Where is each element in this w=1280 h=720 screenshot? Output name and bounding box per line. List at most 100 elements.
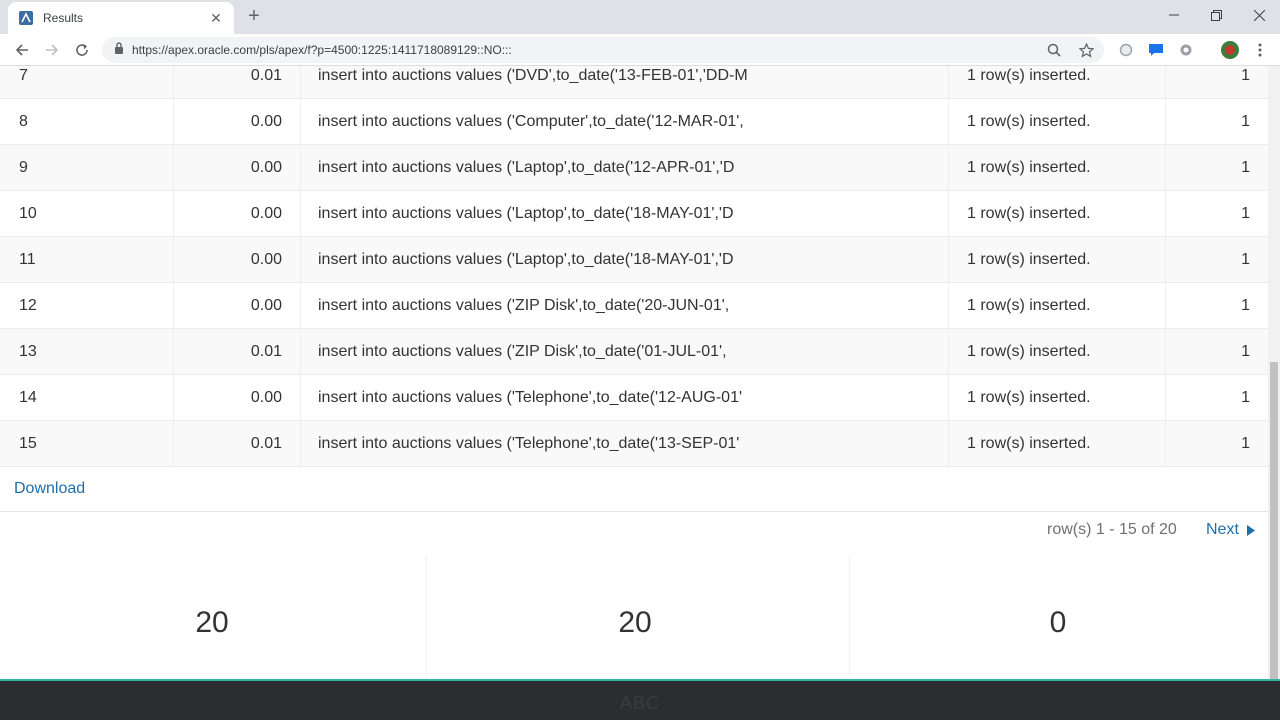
column-divider — [1165, 421, 1166, 466]
row-number: 10 — [19, 204, 37, 222]
column-divider — [948, 191, 949, 236]
column-divider — [1165, 99, 1166, 144]
next-page-button[interactable]: Next — [1206, 521, 1255, 539]
sql-statement: insert into auctions values ('Laptop',to… — [318, 158, 735, 176]
row-number: 8 — [19, 112, 28, 130]
column-divider — [1165, 66, 1166, 98]
footer-watermark: ABC — [619, 693, 660, 713]
result-feedback: 1 row(s) inserted. — [967, 434, 1091, 452]
column-divider — [948, 237, 949, 282]
apex-favicon-icon — [18, 10, 34, 26]
table-row: 13 0.01 insert into auctions values ('ZIP … — [0, 329, 1268, 375]
scrollbar-thumb[interactable] — [1270, 362, 1278, 679]
lock-icon — [114, 41, 124, 59]
reload-icon[interactable] — [70, 38, 94, 62]
sql-statement: insert into auctions values ('Laptop',to… — [318, 204, 734, 222]
elapsed-time: 0.00 — [250, 388, 282, 406]
table-row: 7 0.01 insert into auctions values ('DVD',… — [0, 66, 1268, 99]
column-divider — [300, 145, 301, 190]
tab-title: Results — [43, 11, 84, 25]
stat-statements-processed: 20 — [195, 606, 229, 639]
column-divider — [300, 283, 301, 328]
vertical-scrollbar[interactable] — [1268, 66, 1280, 679]
column-divider — [948, 329, 949, 374]
browser-tab[interactable]: Results ✕ — [8, 2, 234, 34]
column-divider — [1165, 329, 1166, 374]
sql-statement: insert into auctions values ('ZIP Disk',… — [318, 342, 727, 360]
column-divider — [1165, 283, 1166, 328]
column-divider — [1165, 237, 1166, 282]
result-feedback: 1 row(s) inserted. — [967, 250, 1091, 268]
rows-affected: 1 — [1241, 296, 1250, 314]
back-arrow-icon[interactable] — [10, 38, 34, 62]
table-row: 12 0.00 insert into auctions values ('ZIP … — [0, 283, 1268, 329]
stat-divider — [849, 556, 850, 676]
download-link[interactable]: Download — [14, 480, 85, 498]
column-divider — [300, 329, 301, 374]
row-number: 14 — [19, 388, 37, 406]
close-tab-icon[interactable]: ✕ — [208, 10, 224, 26]
pagination-range: row(s) 1 - 15 of 20 — [1047, 521, 1177, 538]
minimize-window-icon[interactable] — [1162, 4, 1186, 26]
elapsed-time: 0.01 — [250, 342, 282, 360]
tab-bar: Results ✕ + — [0, 0, 1280, 34]
result-feedback: 1 row(s) inserted. — [967, 66, 1091, 84]
zoom-icon[interactable] — [1044, 40, 1064, 60]
row-number: 13 — [19, 342, 37, 360]
close-window-icon[interactable] — [1247, 4, 1271, 26]
new-tab-button[interactable]: + — [244, 5, 264, 27]
forward-arrow-icon[interactable] — [40, 38, 64, 62]
rows-affected: 1 — [1241, 388, 1250, 406]
sql-statement: insert into auctions values ('DVD',to_da… — [318, 66, 748, 84]
profile-avatar[interactable] — [1220, 40, 1240, 60]
divider — [0, 511, 1268, 512]
elapsed-time: 0.00 — [250, 158, 282, 176]
column-divider — [948, 375, 949, 420]
sql-statement: insert into auctions values ('Telephone'… — [318, 388, 743, 406]
elapsed-time: 0.01 — [250, 434, 282, 452]
column-divider — [173, 145, 174, 190]
column-divider — [948, 66, 949, 98]
elapsed-time: 0.00 — [250, 296, 282, 314]
caret-right-icon — [1246, 524, 1255, 536]
stat-errors: 0 — [1049, 606, 1067, 639]
result-feedback: 1 row(s) inserted. — [967, 296, 1091, 314]
column-divider — [300, 237, 301, 282]
stat-successful: 20 — [618, 606, 652, 639]
bookmark-star-icon[interactable] — [1076, 40, 1096, 60]
rows-affected: 1 — [1241, 434, 1250, 452]
menu-dots-icon[interactable] — [1250, 40, 1270, 60]
table-row: 14 0.00 insert into auctions values ('Tele… — [0, 375, 1268, 421]
column-divider — [173, 66, 174, 98]
column-divider — [173, 99, 174, 144]
column-divider — [948, 283, 949, 328]
column-divider — [173, 283, 174, 328]
rows-affected: 1 — [1241, 250, 1250, 268]
column-divider — [173, 191, 174, 236]
rows-affected: 1 — [1241, 342, 1250, 360]
column-divider — [948, 145, 949, 190]
rows-affected: 1 — [1241, 66, 1250, 84]
next-label: Next — [1206, 521, 1239, 538]
address-bar[interactable]: https://apex.oracle.com/pls/apex/f?p=450… — [102, 37, 1104, 63]
url-text: https://apex.oracle.com/pls/apex/f?p=450… — [132, 43, 512, 57]
table-row: 11 0.00 insert into auctions values ('Lapt… — [0, 237, 1268, 283]
chat-extension-icon[interactable] — [1146, 40, 1166, 60]
browser-toolbar: https://apex.oracle.com/pls/apex/f?p=450… — [0, 34, 1280, 66]
restore-window-icon[interactable] — [1204, 4, 1228, 26]
stat-divider — [426, 556, 427, 676]
column-divider — [173, 237, 174, 282]
gear-extension-icon[interactable] — [1176, 40, 1196, 60]
column-divider — [300, 66, 301, 98]
extension-circle-icon[interactable] — [1116, 40, 1136, 60]
column-divider — [948, 421, 949, 466]
sql-statement: insert into auctions values ('ZIP Disk',… — [318, 296, 730, 314]
row-number: 7 — [19, 66, 28, 84]
result-feedback: 1 row(s) inserted. — [967, 158, 1091, 176]
column-divider — [1165, 375, 1166, 420]
sql-statement: insert into auctions values ('Telephone'… — [318, 434, 740, 452]
rows-affected: 1 — [1241, 158, 1250, 176]
video-footer-bar: ABC — [0, 679, 1280, 720]
column-divider — [300, 99, 301, 144]
table-row: 9 0.00 insert into auctions values ('Lapto… — [0, 145, 1268, 191]
